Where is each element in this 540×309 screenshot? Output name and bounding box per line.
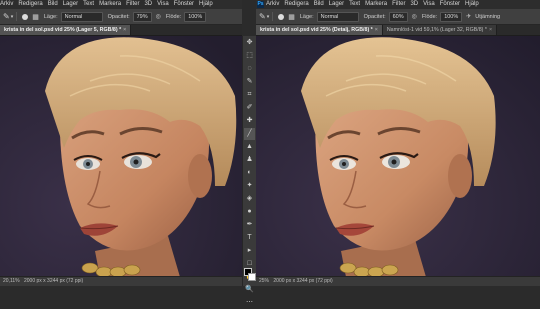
menu-item[interactable]: Filter bbox=[392, 0, 405, 9]
menu-item[interactable]: Fönster bbox=[440, 0, 460, 9]
brush-settings-icon[interactable]: ▦ bbox=[32, 13, 39, 21]
zoom-level[interactable]: 20,11% bbox=[3, 278, 20, 284]
menu-item[interactable]: Text bbox=[349, 0, 360, 9]
brush-size-icon[interactable] bbox=[278, 13, 285, 20]
pressure-opacity-icon[interactable]: ◎ bbox=[412, 13, 417, 20]
doc-tab[interactable]: krista in del sol.psd vid 25% (Detalj, R… bbox=[256, 25, 383, 35]
doc-tab[interactable]: Namnlöst-1 vid 59,1% (Lager 32, RGB/8) *… bbox=[382, 25, 498, 35]
menu-item[interactable]: Bild bbox=[48, 0, 58, 9]
flow-field[interactable]: 100% bbox=[440, 11, 463, 22]
healing-tool-icon[interactable]: ✚ bbox=[244, 115, 255, 127]
pressure-opacity-icon[interactable]: ◎ bbox=[156, 13, 161, 20]
blur-tool-icon[interactable]: ◈ bbox=[244, 193, 255, 205]
menu-item[interactable]: Fönster bbox=[174, 0, 194, 9]
menu-item[interactable]: Bild bbox=[314, 0, 324, 9]
photoshop-logo-icon: Ps bbox=[257, 1, 264, 8]
right-canvas[interactable] bbox=[256, 36, 540, 277]
path-select-tool-icon[interactable]: ▸ bbox=[244, 245, 255, 257]
menu-item[interactable]: Redigera bbox=[18, 0, 42, 9]
close-icon[interactable]: × bbox=[489, 27, 492, 33]
chevron-down-icon[interactable]: ▾ bbox=[267, 14, 270, 20]
divider bbox=[16, 12, 18, 21]
left-canvas[interactable] bbox=[0, 36, 242, 277]
mode-select[interactable]: Normal bbox=[316, 11, 359, 22]
opacity-field[interactable]: 60% bbox=[388, 11, 408, 22]
flow-label: Flöde: bbox=[421, 13, 438, 20]
right-status-bar: 25% 2000 px x 3244 px (72 ppi) bbox=[256, 276, 540, 286]
menu-item[interactable]: Filter bbox=[126, 0, 139, 9]
clone-stamp-tool-icon[interactable]: ▲ bbox=[244, 141, 255, 153]
menu-item[interactable]: Hjälp bbox=[199, 0, 213, 9]
mode-select[interactable]: Normal bbox=[60, 11, 103, 22]
opacity-label: Opacitet: bbox=[363, 13, 386, 20]
menu-item[interactable]: Text bbox=[83, 0, 94, 9]
menu-item[interactable]: 3D bbox=[144, 0, 152, 9]
more-tools-icon[interactable]: ⋯ bbox=[244, 297, 255, 309]
left-doc-tabs: krista in del sol.psd vid 25% (Lager 5, … bbox=[0, 25, 242, 36]
quick-select-tool-icon[interactable]: ✎ bbox=[244, 76, 255, 88]
menu-item[interactable]: Hjälp bbox=[465, 0, 479, 9]
right-doc-tabs: krista in del sol.psd vid 25% (Detalj, R… bbox=[256, 25, 540, 36]
flow-label: Flöde: bbox=[165, 13, 182, 20]
portrait-image bbox=[256, 36, 540, 277]
menu-item[interactable]: 3D bbox=[410, 0, 418, 9]
menu-item[interactable]: Markera bbox=[365, 0, 387, 9]
doc-tab[interactable]: krista in del sol.psd vid 25% (Lager 5, … bbox=[0, 25, 132, 35]
divider bbox=[272, 12, 274, 21]
brush-tool-icon[interactable]: ✎ bbox=[3, 12, 10, 21]
menu-item[interactable]: Arkiv bbox=[0, 0, 13, 9]
lasso-tool-icon[interactable]: ◌ bbox=[244, 63, 255, 75]
zoom-level[interactable]: 25% bbox=[259, 278, 269, 284]
menu-item[interactable]: Markera bbox=[99, 0, 121, 9]
left-options-bar: ✎ ▾ ▦ Läge: Normal Opacitet: 79% ◎ Flöde… bbox=[0, 9, 242, 25]
right-window: Ps Arkiv Redigera Bild Lager Text Marker… bbox=[256, 0, 540, 286]
doc-tab-label: krista in del sol.psd vid 25% (Lager 5, … bbox=[4, 27, 122, 33]
brush-settings-icon[interactable]: ▦ bbox=[288, 13, 295, 21]
color-swatches[interactable] bbox=[243, 268, 256, 282]
menu-item[interactable]: Visa bbox=[157, 0, 169, 9]
crop-tool-icon[interactable]: ⌗ bbox=[244, 89, 255, 101]
left-menubar: Arkiv Redigera Bild Lager Text Markera F… bbox=[0, 0, 242, 9]
airbrush-icon[interactable]: ✈ bbox=[466, 13, 471, 20]
portrait-image bbox=[0, 36, 242, 277]
brush-tool-icon[interactable]: ╱ bbox=[244, 128, 255, 140]
flow-field[interactable]: 100% bbox=[184, 11, 207, 22]
eyedropper-tool-icon[interactable]: ✐ bbox=[244, 102, 255, 114]
brush-tool-icon[interactable]: ✎ bbox=[259, 12, 266, 21]
doc-tab-label: krista in del sol.psd vid 25% (Detalj, R… bbox=[260, 27, 373, 33]
chevron-down-icon[interactable]: ▾ bbox=[11, 14, 14, 20]
left-status-bar: 20,11% 2000 px x 3244 px (72 ppi) bbox=[0, 276, 242, 286]
marquee-tool-icon[interactable]: ⬚ bbox=[244, 50, 255, 62]
tools-panel: ✥ ⬚ ◌ ✎ ⌗ ✐ ✚ ╱ ▲ ♟ ◐ ✦ ◈ ● ✒ T ▸ □ ✋ 🔍 … bbox=[242, 36, 257, 306]
menu-item[interactable]: Lager bbox=[63, 0, 78, 9]
mode-label: Läge: bbox=[299, 13, 314, 20]
dodge-tool-icon[interactable]: ● bbox=[244, 206, 255, 218]
doc-tab-label: Namnlöst-1 vid 59,1% (Lager 32, RGB/8) * bbox=[386, 27, 487, 33]
close-icon[interactable]: × bbox=[375, 27, 378, 33]
eraser-tool-icon[interactable]: ◐ bbox=[244, 167, 255, 179]
right-options-bar: ✎ ▾ ▦ Läge: Normal Opacitet: 60% ◎ Flöde… bbox=[256, 9, 540, 25]
right-menubar: Ps Arkiv Redigera Bild Lager Text Marker… bbox=[256, 0, 540, 9]
menu-item[interactable]: Arkiv bbox=[266, 0, 279, 9]
mode-label: Läge: bbox=[43, 13, 58, 20]
menu-item[interactable]: Visa bbox=[423, 0, 435, 9]
type-tool-icon[interactable]: T bbox=[244, 232, 255, 244]
background-color-swatch[interactable] bbox=[248, 273, 256, 281]
move-tool-icon[interactable]: ✥ bbox=[244, 37, 255, 49]
close-icon[interactable]: × bbox=[123, 27, 126, 33]
menu-item[interactable]: Redigera bbox=[284, 0, 308, 9]
history-brush-tool-icon[interactable]: ♟ bbox=[244, 154, 255, 166]
left-window: Arkiv Redigera Bild Lager Text Markera F… bbox=[0, 0, 242, 286]
smoothing-label: Utjämning bbox=[475, 13, 501, 20]
document-size: 2000 px x 3244 px (72 ppi) bbox=[23, 278, 84, 284]
opacity-field[interactable]: 79% bbox=[132, 11, 152, 22]
brush-size-icon[interactable] bbox=[22, 13, 29, 20]
menu-item[interactable]: Lager bbox=[329, 0, 344, 9]
pen-tool-icon[interactable]: ✒ bbox=[244, 219, 255, 231]
opacity-label: Opacitet: bbox=[107, 13, 130, 20]
document-size: 2000 px x 3244 px (72 ppi) bbox=[273, 278, 333, 284]
gradient-tool-icon[interactable]: ✦ bbox=[244, 180, 255, 192]
